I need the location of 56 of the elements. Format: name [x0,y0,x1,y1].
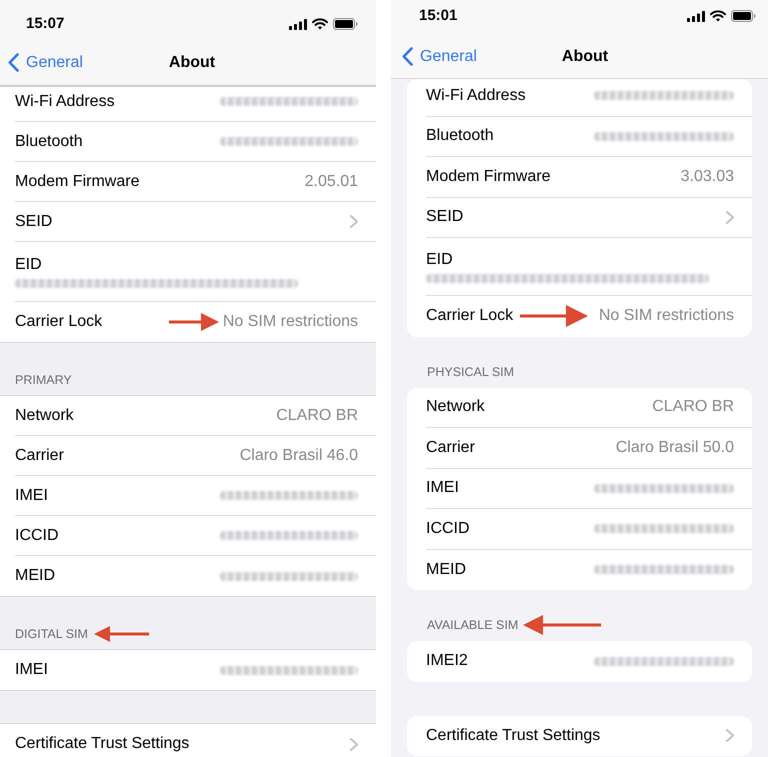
chevron-right-icon [350,738,358,750]
wifi-icon [312,18,328,30]
row-label: Bluetooth [15,132,83,152]
row-label: IMEI [15,660,48,680]
row-value: 3.03.03 [680,166,734,187]
settings-row[interactable]: SEID [15,202,376,242]
settings-row[interactable]: Certificate Trust Settings [426,716,752,756]
row-value: CLARO BR [652,397,734,418]
chevron-right-icon [726,729,734,742]
row-label: MEID [15,566,55,586]
row-label: EID [426,250,453,268]
battery-icon [333,18,358,30]
chevron-left-icon [8,53,19,72]
signal-icon [687,10,705,22]
signal-icon [289,18,307,30]
row-value: Claro Brasil 50.0 [616,438,734,458]
row-label: Modem Firmware [426,166,550,187]
row-label: MEID [426,560,466,580]
chevron-right-icon [350,215,358,228]
row-label: IMEI [15,486,48,506]
row-label: EID [15,256,42,274]
row-label: Wi-Fi Address [426,86,526,106]
section-header: DIGITAL SIM [15,627,88,641]
back-button[interactable]: General [402,44,477,68]
chevron-right-icon [726,210,734,224]
row-label: ICCID [15,526,59,546]
row-value: 2.05.01 [304,172,358,192]
status-time: 15:01 [419,6,458,26]
row-label: Carrier Lock [426,306,514,326]
section-header: PRIMARY [15,373,72,387]
row-label: Network [15,406,74,426]
row-label: Modem Firmware [15,172,140,192]
row-label: Network [426,397,485,418]
wifi-icon [710,10,726,22]
screen-title: About [168,52,216,72]
row-label: IMEI [426,478,459,498]
section-header: AVAILABLE SIM [427,618,518,632]
row-value: Claro Brasil 46.0 [240,446,358,466]
row-label: Carrier [426,438,475,458]
row-label: Carrier Lock [15,312,102,332]
row-label: IMEI2 [426,651,468,672]
row-value: No SIM restrictions [598,306,734,326]
row-value: No SIM restrictions [222,312,358,332]
chevron-left-icon [402,47,413,66]
settings-row[interactable]: SEID [426,198,752,238]
row-value: CLARO BR [276,406,358,426]
row-label: Wi-Fi Address [15,92,115,112]
settings-row[interactable]: Certificate Trust Settings [15,724,376,757]
status-time: 15:07 [26,14,64,34]
screen-title: About [562,46,608,66]
back-button[interactable]: General [8,50,83,74]
row-label: ICCID [426,518,470,539]
row-label: Bluetooth [426,126,494,146]
row-label: Carrier [15,446,64,466]
battery-icon [731,10,756,22]
section-header: PHYSICAL SIM [427,364,514,378]
